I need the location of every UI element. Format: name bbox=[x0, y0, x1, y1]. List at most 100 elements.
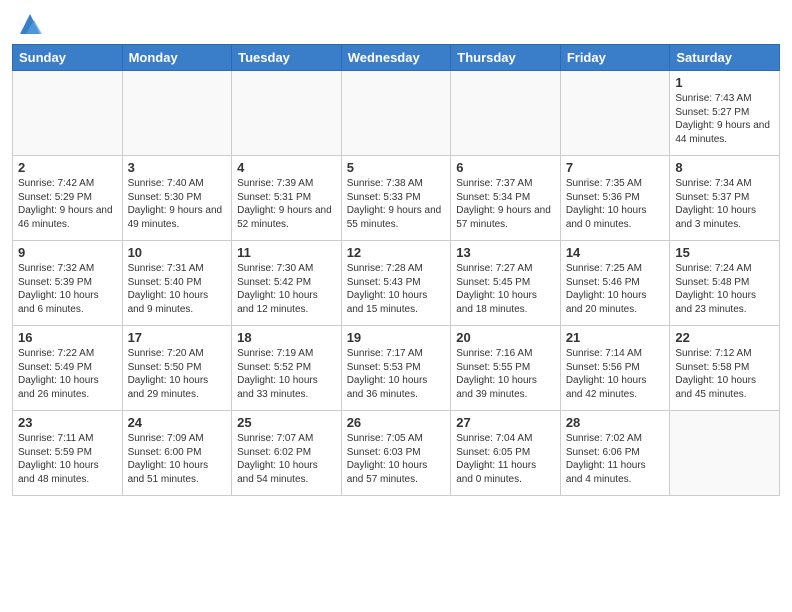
day-info: Sunrise: 7:12 AM Sunset: 5:58 PM Dayligh… bbox=[675, 347, 774, 401]
day-number: 17 bbox=[128, 330, 227, 345]
day-info: Sunrise: 7:24 AM Sunset: 5:48 PM Dayligh… bbox=[675, 262, 774, 316]
day-number: 23 bbox=[18, 415, 117, 430]
day-info: Sunrise: 7:05 AM Sunset: 6:03 PM Dayligh… bbox=[347, 432, 446, 486]
day-number: 8 bbox=[675, 160, 774, 175]
day-info: Sunrise: 7:34 AM Sunset: 5:37 PM Dayligh… bbox=[675, 177, 774, 231]
day-number: 25 bbox=[237, 415, 336, 430]
day-number: 9 bbox=[18, 245, 117, 260]
calendar-cell: 9 Sunrise: 7:32 AM Sunset: 5:39 PM Daylig… bbox=[13, 241, 123, 326]
day-number: 7 bbox=[566, 160, 665, 175]
day-number: 18 bbox=[237, 330, 336, 345]
calendar-cell bbox=[341, 71, 451, 156]
day-number: 16 bbox=[18, 330, 117, 345]
calendar-cell: 21 Sunrise: 7:14 AM Sunset: 5:56 PM Dayli… bbox=[560, 326, 670, 411]
day-number: 2 bbox=[18, 160, 117, 175]
calendar-table: SundayMondayTuesdayWednesdayThursdayFrid… bbox=[12, 44, 780, 496]
logo-icon bbox=[16, 10, 44, 38]
day-info: Sunrise: 7:16 AM Sunset: 5:55 PM Dayligh… bbox=[456, 347, 555, 401]
weekday-header-monday: Monday bbox=[122, 45, 232, 71]
day-number: 24 bbox=[128, 415, 227, 430]
calendar-cell: 4 Sunrise: 7:39 AM Sunset: 5:31 PM Daylig… bbox=[232, 156, 342, 241]
day-info: Sunrise: 7:11 AM Sunset: 5:59 PM Dayligh… bbox=[18, 432, 117, 486]
calendar-cell: 11 Sunrise: 7:30 AM Sunset: 5:42 PM Dayli… bbox=[232, 241, 342, 326]
calendar-cell: 3 Sunrise: 7:40 AM Sunset: 5:30 PM Daylig… bbox=[122, 156, 232, 241]
day-info: Sunrise: 7:40 AM Sunset: 5:30 PM Dayligh… bbox=[128, 177, 227, 231]
calendar-header: SundayMondayTuesdayWednesdayThursdayFrid… bbox=[13, 45, 780, 71]
calendar-cell bbox=[560, 71, 670, 156]
day-info: Sunrise: 7:28 AM Sunset: 5:43 PM Dayligh… bbox=[347, 262, 446, 316]
day-number: 19 bbox=[347, 330, 446, 345]
day-number: 5 bbox=[347, 160, 446, 175]
day-number: 12 bbox=[347, 245, 446, 260]
calendar-week-row: 1 Sunrise: 7:43 AM Sunset: 5:27 PM Daylig… bbox=[13, 71, 780, 156]
day-number: 13 bbox=[456, 245, 555, 260]
day-info: Sunrise: 7:30 AM Sunset: 5:42 PM Dayligh… bbox=[237, 262, 336, 316]
calendar-week-row: 16 Sunrise: 7:22 AM Sunset: 5:49 PM Dayli… bbox=[13, 326, 780, 411]
weekday-header-row: SundayMondayTuesdayWednesdayThursdayFrid… bbox=[13, 45, 780, 71]
day-info: Sunrise: 7:07 AM Sunset: 6:02 PM Dayligh… bbox=[237, 432, 336, 486]
calendar-cell: 20 Sunrise: 7:16 AM Sunset: 5:55 PM Dayli… bbox=[451, 326, 561, 411]
day-number: 4 bbox=[237, 160, 336, 175]
day-info: Sunrise: 7:09 AM Sunset: 6:00 PM Dayligh… bbox=[128, 432, 227, 486]
calendar-cell: 19Sunrise: 7:17 AM Sunset: 5:53 PM Dayli… bbox=[341, 326, 451, 411]
day-info: Sunrise: 7:32 AM Sunset: 5:39 PM Dayligh… bbox=[18, 262, 117, 316]
weekday-header-friday: Friday bbox=[560, 45, 670, 71]
day-number: 1 bbox=[675, 75, 774, 90]
calendar-cell bbox=[451, 71, 561, 156]
calendar-cell: 26 Sunrise: 7:05 AM Sunset: 6:03 PM Dayli… bbox=[341, 411, 451, 496]
calendar-cell: 5 Sunrise: 7:38 AM Sunset: 5:33 PM Daylig… bbox=[341, 156, 451, 241]
calendar-cell: 8 Sunrise: 7:34 AM Sunset: 5:37 PM Daylig… bbox=[670, 156, 780, 241]
day-number: 26 bbox=[347, 415, 446, 430]
day-number: 20 bbox=[456, 330, 555, 345]
calendar-cell: 7 Sunrise: 7:35 AM Sunset: 5:36 PM Daylig… bbox=[560, 156, 670, 241]
day-info: Sunrise: 7:39 AM Sunset: 5:31 PM Dayligh… bbox=[237, 177, 336, 231]
day-number: 6 bbox=[456, 160, 555, 175]
day-number: 10 bbox=[128, 245, 227, 260]
calendar-cell: 10 Sunrise: 7:31 AM Sunset: 5:40 PM Dayli… bbox=[122, 241, 232, 326]
calendar-cell: 1 Sunrise: 7:43 AM Sunset: 5:27 PM Daylig… bbox=[670, 71, 780, 156]
calendar-cell: 25 Sunrise: 7:07 AM Sunset: 6:02 PM Dayli… bbox=[232, 411, 342, 496]
weekday-header-sunday: Sunday bbox=[13, 45, 123, 71]
calendar-cell bbox=[232, 71, 342, 156]
day-info: Sunrise: 7:22 AM Sunset: 5:49 PM Dayligh… bbox=[18, 347, 117, 401]
calendar-cell: 24 Sunrise: 7:09 AM Sunset: 6:00 PM Dayli… bbox=[122, 411, 232, 496]
day-info: Sunrise: 7:37 AM Sunset: 5:34 PM Dayligh… bbox=[456, 177, 555, 231]
day-info: Sunrise: 7:02 AM Sunset: 6:06 PM Dayligh… bbox=[566, 432, 665, 486]
weekday-header-thursday: Thursday bbox=[451, 45, 561, 71]
day-info: Sunrise: 7:35 AM Sunset: 5:36 PM Dayligh… bbox=[566, 177, 665, 231]
logo bbox=[12, 14, 44, 38]
calendar-cell bbox=[13, 71, 123, 156]
calendar-cell: 15 Sunrise: 7:24 AM Sunset: 5:48 PM Dayli… bbox=[670, 241, 780, 326]
day-info: Sunrise: 7:27 AM Sunset: 5:45 PM Dayligh… bbox=[456, 262, 555, 316]
calendar-cell: 2Sunrise: 7:42 AM Sunset: 5:29 PM Daylig… bbox=[13, 156, 123, 241]
day-number: 11 bbox=[237, 245, 336, 260]
calendar-cell: 28 Sunrise: 7:02 AM Sunset: 6:06 PM Dayli… bbox=[560, 411, 670, 496]
day-number: 28 bbox=[566, 415, 665, 430]
calendar-cell: 16 Sunrise: 7:22 AM Sunset: 5:49 PM Dayli… bbox=[13, 326, 123, 411]
calendar-body: 1 Sunrise: 7:43 AM Sunset: 5:27 PM Daylig… bbox=[13, 71, 780, 496]
day-info: Sunrise: 7:43 AM Sunset: 5:27 PM Dayligh… bbox=[675, 92, 774, 146]
calendar-cell: 22 Sunrise: 7:12 AM Sunset: 5:58 PM Dayli… bbox=[670, 326, 780, 411]
day-number: 3 bbox=[128, 160, 227, 175]
day-number: 14 bbox=[566, 245, 665, 260]
calendar-cell: 17 Sunrise: 7:20 AM Sunset: 5:50 PM Dayli… bbox=[122, 326, 232, 411]
day-number: 21 bbox=[566, 330, 665, 345]
day-info: Sunrise: 7:20 AM Sunset: 5:50 PM Dayligh… bbox=[128, 347, 227, 401]
weekday-header-saturday: Saturday bbox=[670, 45, 780, 71]
day-info: Sunrise: 7:19 AM Sunset: 5:52 PM Dayligh… bbox=[237, 347, 336, 401]
day-info: Sunrise: 7:14 AM Sunset: 5:56 PM Dayligh… bbox=[566, 347, 665, 401]
day-info: Sunrise: 7:38 AM Sunset: 5:33 PM Dayligh… bbox=[347, 177, 446, 231]
calendar-cell bbox=[670, 411, 780, 496]
calendar-cell: 18 Sunrise: 7:19 AM Sunset: 5:52 PM Dayli… bbox=[232, 326, 342, 411]
calendar-week-row: 2Sunrise: 7:42 AM Sunset: 5:29 PM Daylig… bbox=[13, 156, 780, 241]
day-number: 22 bbox=[675, 330, 774, 345]
calendar-cell: 6 Sunrise: 7:37 AM Sunset: 5:34 PM Daylig… bbox=[451, 156, 561, 241]
day-number: 27 bbox=[456, 415, 555, 430]
calendar-cell: 23 Sunrise: 7:11 AM Sunset: 5:59 PM Dayli… bbox=[13, 411, 123, 496]
calendar-cell: 14Sunrise: 7:25 AM Sunset: 5:46 PM Dayli… bbox=[560, 241, 670, 326]
day-info: Sunrise: 7:31 AM Sunset: 5:40 PM Dayligh… bbox=[128, 262, 227, 316]
day-number: 15 bbox=[675, 245, 774, 260]
header bbox=[12, 10, 780, 38]
weekday-header-tuesday: Tuesday bbox=[232, 45, 342, 71]
calendar-cell: 13 Sunrise: 7:27 AM Sunset: 5:45 PM Dayli… bbox=[451, 241, 561, 326]
